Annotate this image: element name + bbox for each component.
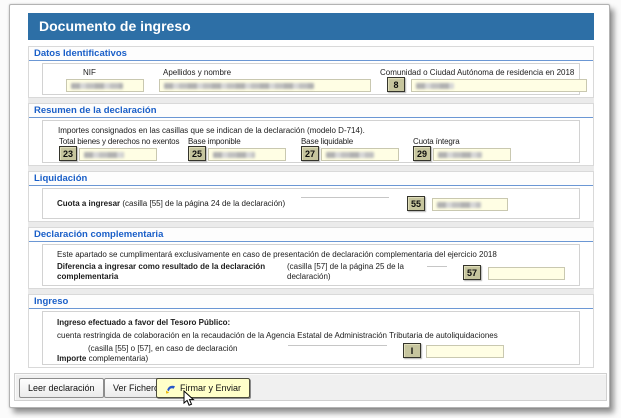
section-resumen: Resumen de la declaración Importes consi… xyxy=(28,103,594,166)
casilla-57-box[interactable]: 57 xyxy=(463,265,481,280)
cuenta-restringida-text: cuenta restringida de colaboración en la… xyxy=(57,331,498,341)
casilla-29-input[interactable] xyxy=(433,148,511,161)
redacted-value xyxy=(326,152,374,158)
tesoro-publico-label: Ingreso efectuado a favor del Tesoro Púb… xyxy=(57,318,230,328)
section-title: Ingreso xyxy=(29,295,593,309)
casilla-55-input[interactable] xyxy=(432,198,508,211)
redacted-value xyxy=(437,202,481,208)
firmar-enviar-button[interactable]: Firmar y Enviar xyxy=(156,378,250,398)
redacted-value xyxy=(438,152,482,158)
datos-content: NIF Apellidos y nombre Comunidad o Ciuda… xyxy=(42,63,580,95)
casilla-8-box[interactable]: 8 xyxy=(387,77,405,92)
liquidacion-content: Cuota a ingresar (casilla [55] de la pág… xyxy=(42,188,580,219)
casilla-29-box[interactable]: 29 xyxy=(413,146,431,161)
cuota-ingresar-label-ref: (casilla [55] de la página 24 de la decl… xyxy=(120,199,285,208)
section-title: Datos Identificativos xyxy=(29,47,593,61)
nif-input[interactable] xyxy=(66,79,144,92)
cuota-ingresar-label: Cuota a ingresar (casilla [55] de la pág… xyxy=(57,199,285,209)
form-panels: Datos Identificativos NIF Apellidos y no… xyxy=(28,46,594,368)
leader-line xyxy=(301,197,389,198)
casilla-i-box[interactable]: I xyxy=(403,343,421,358)
redacted-value xyxy=(164,83,314,89)
casilla-23-label: Total bienes y derechos no exentos xyxy=(59,137,179,147)
casilla-25-input[interactable] xyxy=(208,148,286,161)
casilla-27-box[interactable]: 27 xyxy=(301,146,319,161)
casilla-ref-line2: complementaria) xyxy=(86,354,148,363)
leader-line xyxy=(288,345,387,346)
casilla-25-box[interactable]: 25 xyxy=(188,146,206,161)
casilla-23-box[interactable]: 23 xyxy=(59,146,77,161)
section-title: Declaración complementaria xyxy=(29,228,593,242)
resumen-intro: Importes consignados en las casillas que… xyxy=(58,126,365,136)
section-ingreso: Ingreso Ingreso efectuado a favor del Te… xyxy=(28,294,594,368)
redacted-value xyxy=(416,83,454,89)
casilla-27-input[interactable] xyxy=(321,148,399,161)
casilla-23-input[interactable] xyxy=(79,148,157,161)
redacted-value xyxy=(71,83,123,89)
redacted-value xyxy=(213,152,255,158)
comunidad-input[interactable] xyxy=(411,79,587,92)
comunidad-label: Comunidad o Ciudad Autónoma de residenci… xyxy=(380,68,574,78)
section-title: Resumen de la declaración xyxy=(29,104,593,118)
section-complementaria: Declaración complementaria Este apartado… xyxy=(28,227,594,289)
ingreso-content: Ingreso efectuado a favor del Tesoro Púb… xyxy=(42,311,580,365)
importe-label-row: Importe complementaria) xyxy=(57,354,148,364)
apellidos-label: Apellidos y nombre xyxy=(163,68,231,78)
resumen-content: Importes consignados en las casillas que… xyxy=(42,120,580,163)
importe-label: Importe xyxy=(57,354,86,363)
apellidos-input[interactable] xyxy=(159,79,371,92)
nif-label: NIF xyxy=(83,68,96,78)
sign-icon xyxy=(165,383,176,394)
diferencia-label: Diferencia a ingresar como resultado de … xyxy=(57,262,285,281)
casilla-ref-line1: (casilla [55] o [57], en caso de declara… xyxy=(88,344,237,354)
section-datos-identificativos: Datos Identificativos NIF Apellidos y no… xyxy=(28,46,594,98)
page-title: Documento de ingreso xyxy=(39,18,191,34)
title-bar: Documento de ingreso xyxy=(28,13,594,40)
mouse-cursor-icon xyxy=(183,390,196,412)
document-window: Documento de ingreso Datos Identificativ… xyxy=(9,4,610,408)
button-bar: Leer declaración Ver Fichero Firmar y En… xyxy=(14,373,607,401)
complementaria-content: Este apartado se cumplimentará exclusiva… xyxy=(42,244,580,286)
leader-line xyxy=(427,266,447,267)
section-liquidacion: Liquidación Cuota a ingresar (casilla [5… xyxy=(28,171,594,222)
complementaria-intro: Este apartado se cumplimentará exclusiva… xyxy=(57,250,497,260)
cuota-ingresar-label-bold: Cuota a ingresar xyxy=(57,199,120,208)
casilla-57-ref: (casilla [57] de la página 25 de la decl… xyxy=(287,262,421,281)
redacted-value xyxy=(84,152,124,158)
leer-declaracion-button[interactable]: Leer declaración xyxy=(19,378,104,398)
casilla-55-box[interactable]: 55 xyxy=(407,196,425,211)
section-title: Liquidación xyxy=(29,172,593,186)
casilla-57-input[interactable] xyxy=(488,267,565,280)
importe-input[interactable] xyxy=(426,345,504,358)
